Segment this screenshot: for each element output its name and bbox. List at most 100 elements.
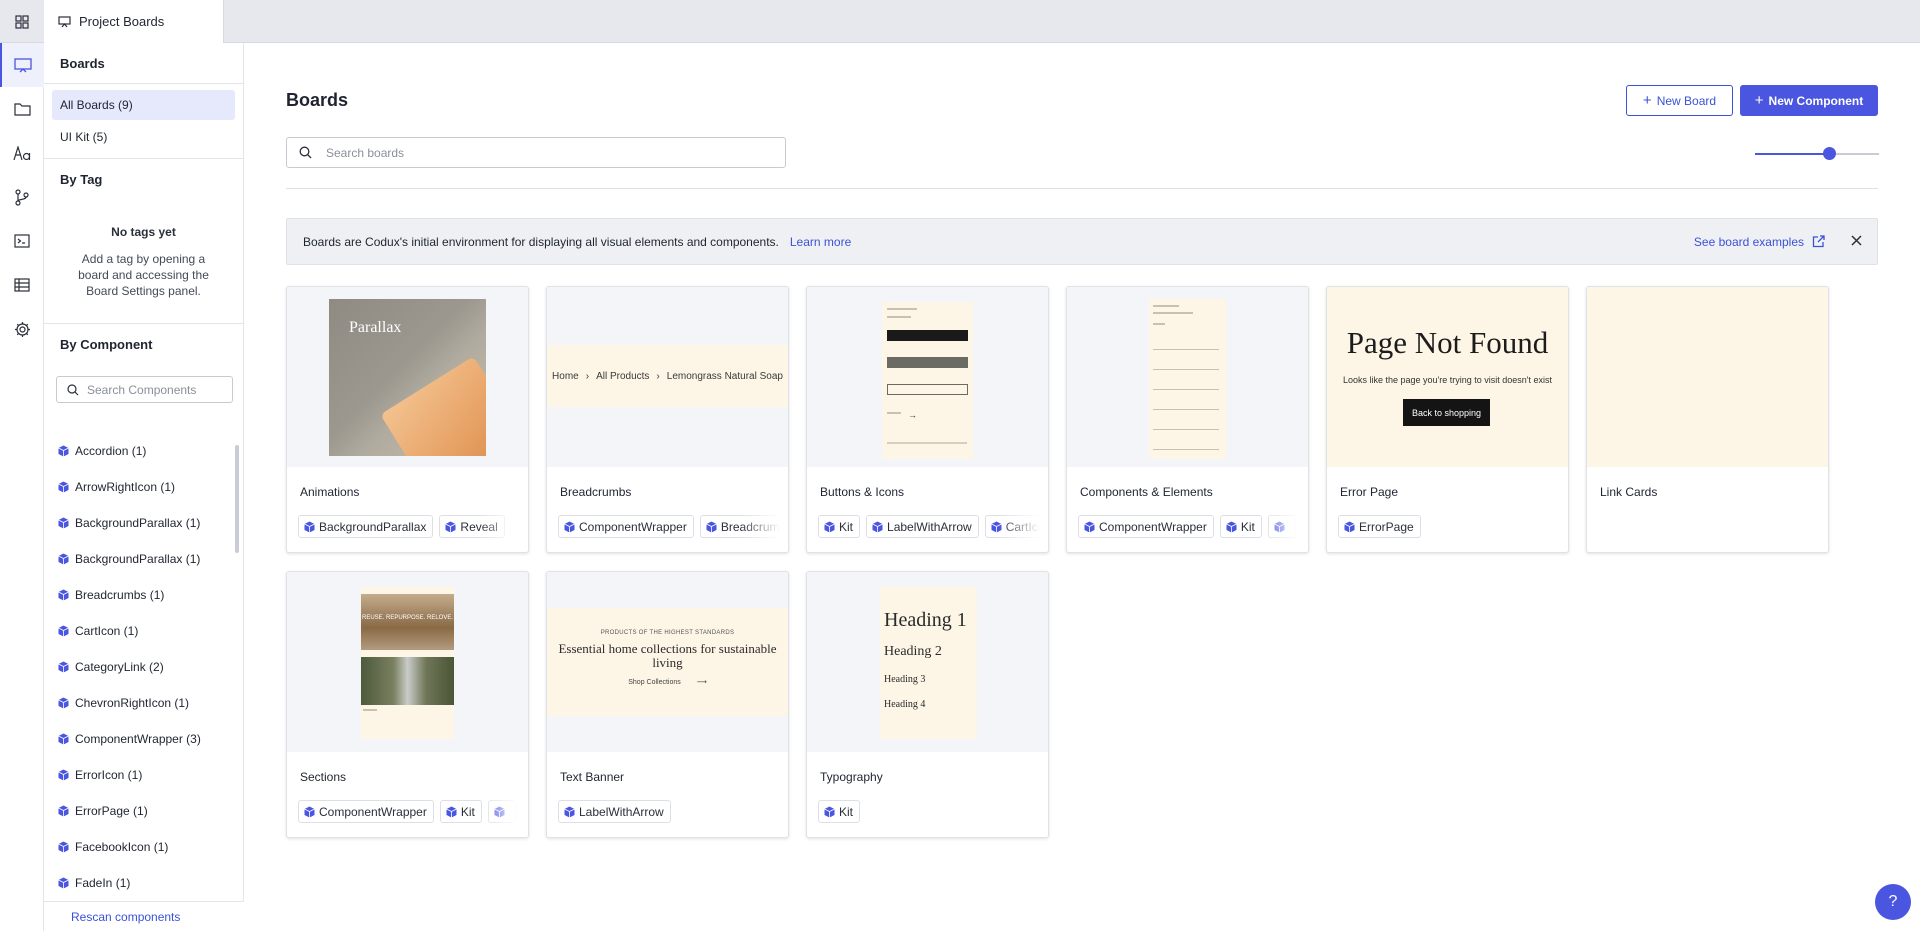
component-cube-icon: [446, 806, 457, 817]
board-card[interactable]: Parallax Animations BackgroundParallax Reve…: [286, 286, 529, 553]
no-tags-body: Add a tag by opening a board and accessi…: [78, 252, 209, 298]
component-list-item[interactable]: Breadcrumbs (1): [44, 577, 244, 613]
board-icon: [58, 15, 71, 27]
component-list-item[interactable]: ErrorIcon (1): [44, 757, 244, 793]
tab-project-boards[interactable]: Project Boards: [44, 0, 224, 43]
close-icon[interactable]: [1850, 234, 1863, 247]
crumb-products: All Products: [596, 370, 650, 382]
component-list-scrollbar[interactable]: [235, 445, 239, 553]
see-board-examples-link[interactable]: See board examples: [1694, 235, 1825, 249]
component-chip[interactable]: [487, 800, 516, 823]
component-cube-icon: [824, 806, 835, 817]
component-chip[interactable]: Kit: [439, 800, 482, 823]
component-list-item[interactable]: FadeIn (1): [44, 865, 244, 893]
component-list-item[interactable]: ArrowRightIcon (1): [44, 469, 244, 505]
error-preview-button: Back to shopping: [1403, 399, 1490, 426]
rail-boards-button[interactable]: [0, 43, 44, 87]
component-list-item[interactable]: BackgroundParallax (1): [44, 505, 244, 541]
component-chip[interactable]: Kit: [1219, 515, 1262, 538]
rescan-components-link[interactable]: Rescan components: [44, 901, 244, 931]
board-thumbnail: Page Not Found Looks like the page you're…: [1327, 287, 1568, 467]
by-tag-heading: By Tag: [60, 171, 103, 187]
chip-label: LabelWithArrow: [579, 804, 664, 819]
component-chip[interactable]: LabelWithArrow: [866, 515, 979, 538]
rail-table-button[interactable]: [0, 263, 44, 307]
component-cube-icon: [58, 517, 69, 529]
board-card[interactable]: → Buttons & Icons Kit LabelWithArrow CartIco…: [806, 286, 1049, 553]
component-chip[interactable]: Breadcrumbs: [699, 515, 780, 538]
typography-icon: [13, 145, 31, 160]
chevron-right-icon: ›: [585, 370, 590, 382]
sidebar-item-ui-kit[interactable]: UI Kit (5): [52, 122, 235, 152]
component-cube-icon: [1226, 521, 1237, 532]
plus-icon: +: [1754, 91, 1764, 109]
chip-label: Breadcrumbs: [720, 519, 780, 534]
component-chip[interactable]: ComponentWrapper: [558, 515, 694, 538]
top-bar: Project Boards: [0, 0, 1920, 43]
component-list-label: FacebookIcon (1): [75, 840, 169, 854]
app-grid-button[interactable]: [0, 0, 43, 43]
component-list-item[interactable]: FacebookIcon (1): [44, 829, 244, 865]
component-search-input[interactable]: Search Components: [56, 376, 233, 403]
component-cube-icon: [706, 521, 717, 532]
slider-handle[interactable]: [1822, 147, 1836, 160]
by-component-heading: By Component: [60, 336, 153, 352]
component-list-item[interactable]: Accordion (1): [44, 433, 244, 469]
component-list-item[interactable]: CategoryLink (2): [44, 649, 244, 685]
new-component-button[interactable]: + New Component: [1740, 85, 1878, 116]
crumb-current: Lemongrass Natural Soap: [666, 370, 783, 382]
component-chip[interactable]: LabelWithArrow: [558, 800, 671, 823]
component-list-label: CartIcon (1): [75, 624, 139, 638]
component-chip[interactable]: [1267, 515, 1296, 538]
component-chip[interactable]: ErrorPage: [1338, 515, 1421, 538]
zoom-slider[interactable]: [1755, 147, 1879, 161]
board-card[interactable]: Page Not Found Looks like the page you're…: [1326, 286, 1569, 553]
component-chip[interactable]: ComponentWrapper: [1078, 515, 1214, 538]
board-thumbnail: →: [807, 287, 1048, 467]
boards-heading: Boards: [60, 55, 105, 71]
chip-label: LabelWithArrow: [887, 519, 972, 534]
component-cube-icon: [1274, 521, 1285, 532]
component-cube-icon: [58, 589, 69, 601]
rail-files-button[interactable]: [0, 87, 44, 131]
board-card[interactable]: Home › All Products › Lemongrass Natural Soa…: [546, 286, 789, 553]
board-chips: ComponentWrapper Kit: [1078, 515, 1300, 539]
help-button[interactable]: ?: [1875, 884, 1911, 920]
new-board-button[interactable]: + New Board: [1626, 85, 1733, 116]
typography-preview: Heading 1 Heading 2 Heading 3 Heading 4: [880, 587, 977, 739]
component-cube-icon: [58, 697, 69, 709]
component-chip[interactable]: Kit: [818, 515, 861, 538]
component-list-label: CategoryLink (2): [75, 660, 164, 674]
component-chip[interactable]: Kit: [818, 800, 861, 823]
board-chips: ComponentWrapper Kit: [298, 800, 520, 824]
component-list-item[interactable]: CartIcon (1): [44, 613, 244, 649]
component-chip[interactable]: ComponentWrapper: [298, 800, 434, 823]
chip-label: Kit: [839, 519, 854, 534]
page-title: Boards: [286, 90, 349, 110]
component-list-item[interactable]: ChevronRightIcon (1): [44, 685, 244, 721]
component-chip[interactable]: CartIcon: [984, 515, 1040, 538]
rail-git-button[interactable]: [0, 175, 44, 219]
board-title: Typography: [820, 770, 883, 784]
typo-heading-1: Heading 1: [884, 609, 967, 631]
tab-label: Project Boards: [79, 14, 165, 29]
component-list-item[interactable]: ErrorPage (1): [44, 793, 244, 829]
board-card[interactable]: Link Cards: [1586, 286, 1829, 553]
board-card[interactable]: PRODUCTS OF THE HIGHEST STANDARDS Essenti…: [546, 571, 789, 838]
rail-terminal-button[interactable]: [0, 219, 44, 263]
chip-label: BackgroundParallax: [319, 519, 427, 534]
component-chip[interactable]: BackgroundParallax: [298, 515, 434, 538]
component-chip[interactable]: Reveal: [439, 515, 505, 538]
component-cube-icon: [564, 806, 575, 817]
board-card[interactable]: Heading 1 Heading 2 Heading 3 Heading 4 Typo…: [806, 571, 1049, 838]
rail-settings-button[interactable]: [0, 307, 44, 351]
board-card[interactable]: REUSE. REPURPOSE. RELOVE. Sections Compone…: [286, 571, 529, 838]
component-list-item[interactable]: BackgroundParallax (1): [44, 541, 244, 577]
board-search-input[interactable]: Search boards: [286, 137, 786, 168]
sidebar-item-all-boards[interactable]: All Boards (9): [52, 90, 235, 120]
rail-styles-button[interactable]: [0, 131, 44, 175]
learn-more-link[interactable]: Learn more: [790, 235, 851, 249]
component-list-item[interactable]: ComponentWrapper (3): [44, 721, 244, 757]
component-cube-icon: [494, 806, 505, 817]
board-card[interactable]: Components & Elements ComponentWrapper Kit: [1066, 286, 1309, 553]
